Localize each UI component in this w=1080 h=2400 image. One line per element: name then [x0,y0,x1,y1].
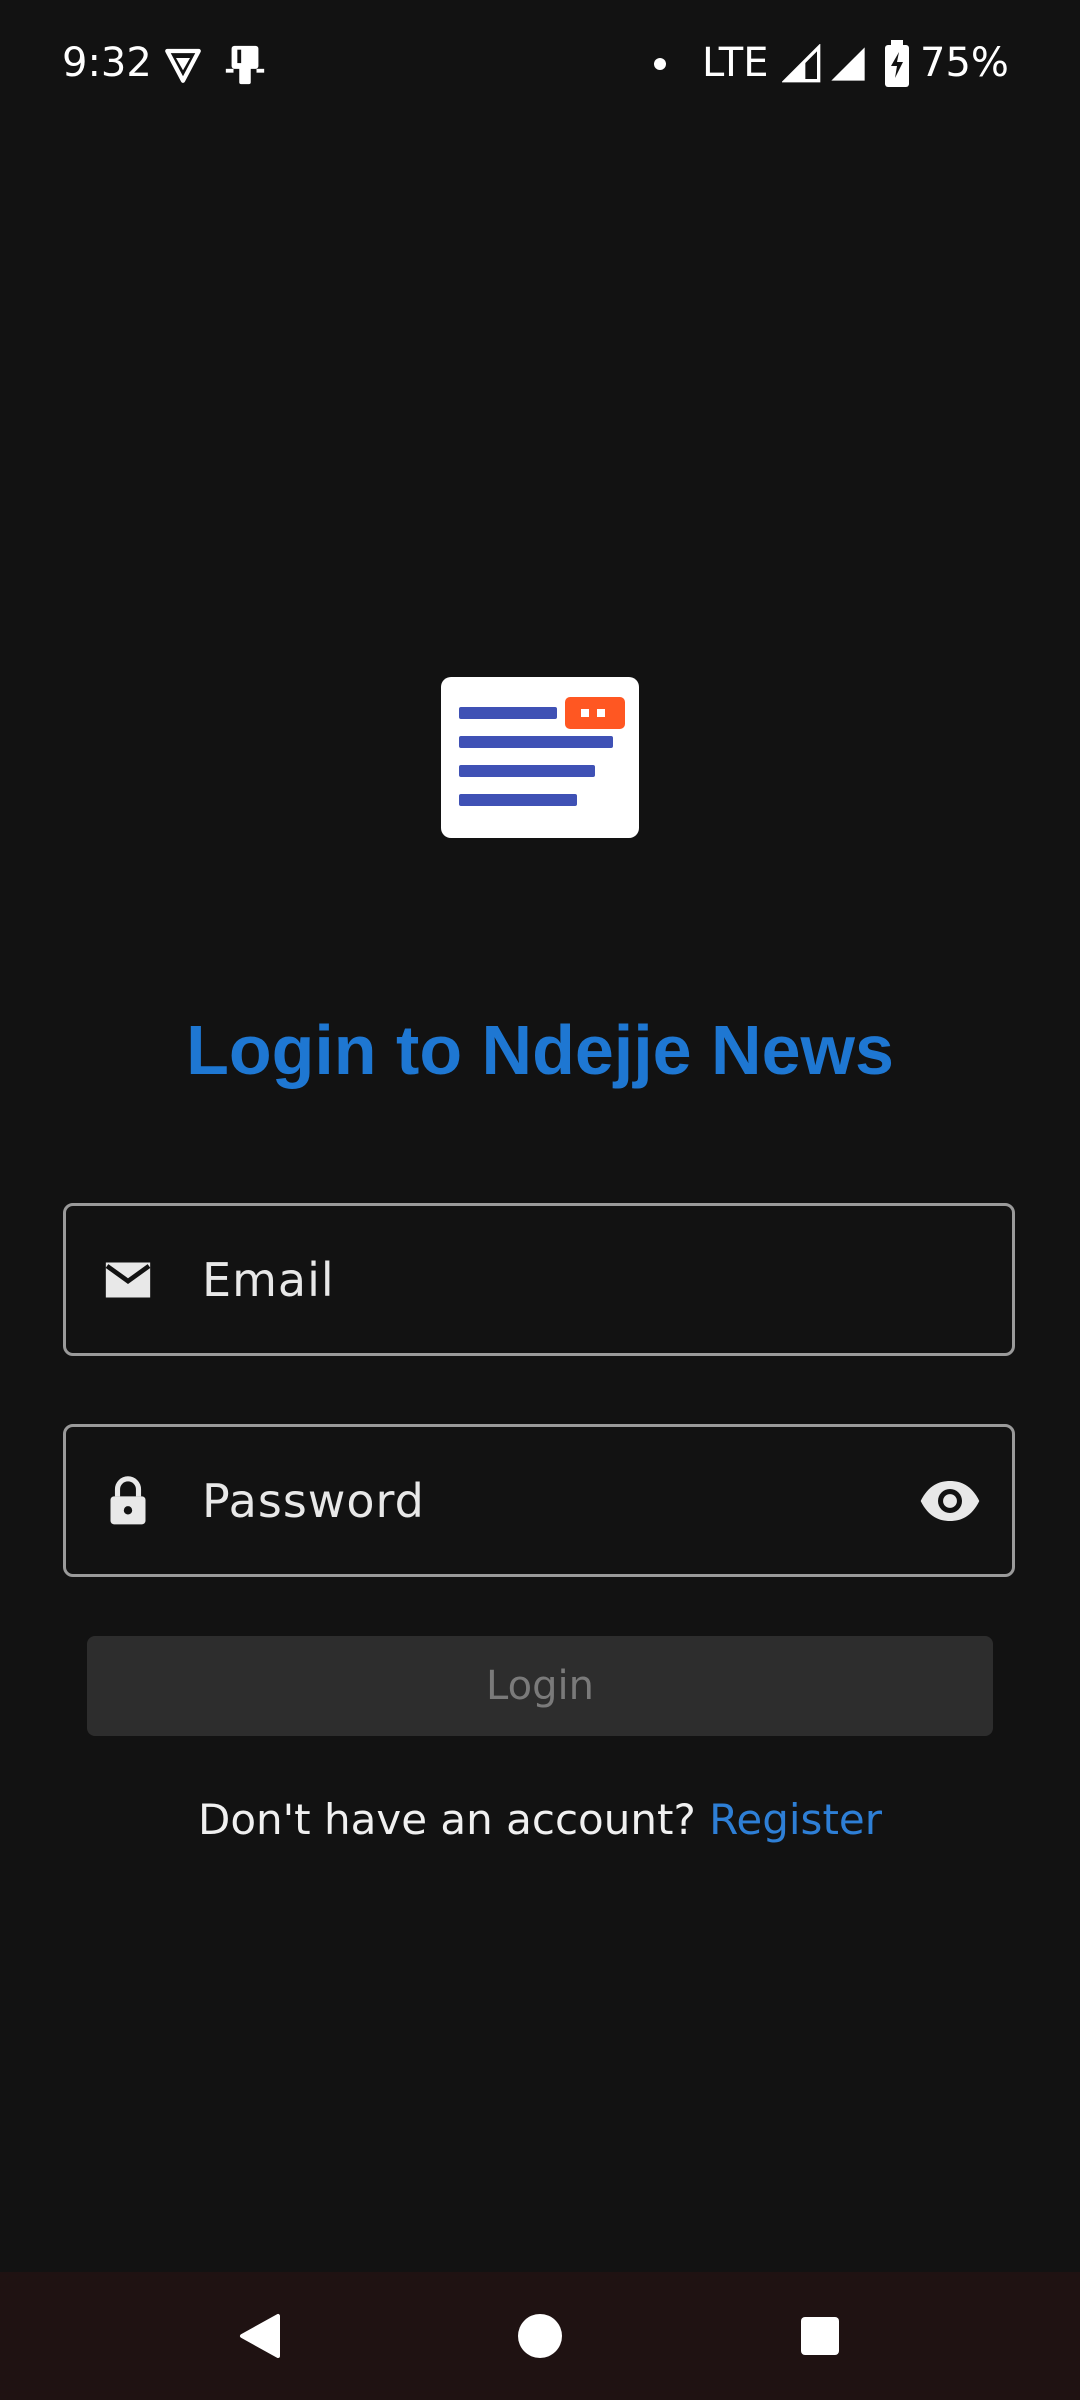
lock-icon [110,1475,146,1524]
signal-icon [782,44,821,83]
recents-square-icon [801,2317,839,2355]
device-icon [225,45,265,85]
mail-icon [105,1262,151,1297]
vpn-shield-icon [165,48,201,83]
register-prompt: Don't have an account? [197,1795,696,1844]
register-link[interactable]: Register [709,1795,882,1844]
news-document-icon [441,677,639,838]
recents-button[interactable] [740,2272,900,2400]
back-button[interactable] [180,2272,340,2400]
email-field[interactable]: Email [63,1203,1015,1356]
back-triangle-icon [240,2314,280,2358]
home-button[interactable] [460,2272,620,2400]
password-placeholder: Password [202,1473,425,1528]
signal-icon [831,47,865,81]
page-title: Login to Ndejje News [186,1011,894,1089]
register-prompt-line: Don't have an account? Register [0,1790,1080,1850]
login-button[interactable]: Login [87,1636,993,1736]
password-field[interactable]: Password [63,1424,1015,1577]
system-navigation-bar [0,2272,1080,2400]
network-type-label: LTE [702,40,769,86]
home-circle-icon [518,2314,562,2358]
email-placeholder: Email [202,1252,335,1307]
status-bar: 9:32 LTE 75% [0,0,1080,128]
eye-icon[interactable] [918,1469,982,1533]
battery-percentage: 75% [920,40,1009,86]
notification-dot-icon [654,58,666,70]
status-time: 9:32 [62,40,152,86]
battery-charging-icon [885,40,909,87]
